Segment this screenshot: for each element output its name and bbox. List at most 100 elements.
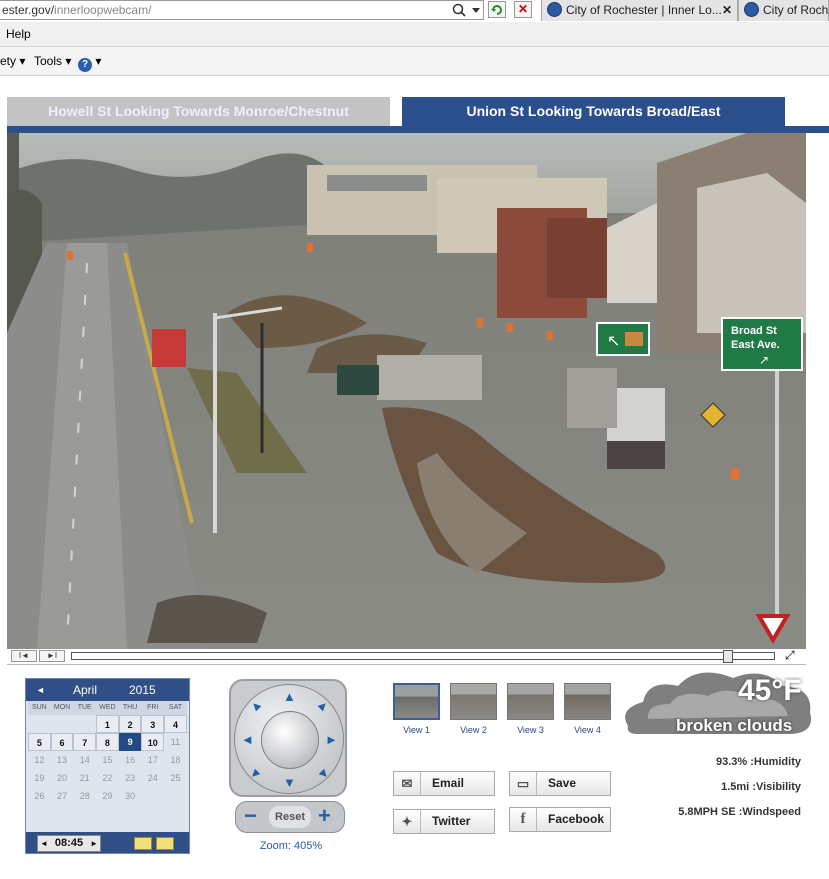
url-field[interactable]: ester.gov/innerloopwebcam/ <box>0 0 484 20</box>
calendar-day: 24 <box>147 773 158 783</box>
view-4-thumbnail[interactable] <box>564 683 611 720</box>
windspeed-readout: 5.8MPH SE :Windspeed <box>678 806 801 818</box>
zoom-control: − Reset + <box>235 801 345 833</box>
previous-button[interactable]: I◄ <box>11 650 37 662</box>
tab-union-st[interactable]: Union St Looking Towards Broad/East <box>402 97 785 126</box>
time-prev-arrow[interactable]: ◄ <box>40 836 48 851</box>
calendar-day: 14 <box>79 755 90 765</box>
view-2-thumbnail[interactable] <box>450 683 497 720</box>
pan-up-left-icon[interactable]: ▲ <box>246 696 266 716</box>
pan-ring[interactable]: ▲ ▼ ◄ ► ▲ ▲ ▼ ▼ <box>234 684 344 794</box>
email-button[interactable]: ✉ Email <box>393 771 495 796</box>
day-of-week-label: TUE <box>73 701 97 715</box>
webcam-image[interactable]: ↖ Broad St East Ave. ↗ <box>7 133 806 649</box>
humidity-label: :Humidity <box>750 756 801 768</box>
visibility-label: :Visibility <box>752 781 801 793</box>
view-2-label[interactable]: View 2 <box>450 725 497 735</box>
calendar-day[interactable]: 1 <box>96 715 119 733</box>
safety-menu[interactable]: ety ▾ <box>0 47 25 75</box>
view-1-label[interactable]: View 1 <box>393 725 440 735</box>
prev-month-arrow[interactable]: ◄ <box>36 679 45 701</box>
facebook-label: Facebook <box>548 812 605 826</box>
pan-right-icon[interactable]: ► <box>325 733 338 746</box>
calendar-day: 22 <box>102 773 113 783</box>
view-4-label[interactable]: View 4 <box>564 725 611 735</box>
calendar-day[interactable]: 3 <box>141 715 165 733</box>
browser-tab[interactable]: City of Roche <box>738 0 829 21</box>
calendar-day[interactable]: 7 <box>73 733 97 751</box>
camera-snapshot-icon[interactable] <box>134 837 152 850</box>
save-button[interactable]: ▭ Save <box>509 771 611 796</box>
facebook-button[interactable]: f Facebook <box>509 807 611 832</box>
pan-down-right-icon[interactable]: ▼ <box>314 764 334 784</box>
time-picker-bar: ◄ 08:45 ► <box>26 832 189 853</box>
next-button[interactable]: ►I <box>39 650 65 662</box>
reset-button[interactable]: Reset <box>269 806 311 828</box>
url-prefix: ester.gov/ <box>2 3 55 17</box>
calendar-day: 21 <box>79 773 90 783</box>
folder-icon: ▭ <box>510 772 537 795</box>
fullscreen-icon[interactable]: ⤢ <box>785 649 795 662</box>
timeline-track[interactable] <box>71 652 775 660</box>
calendar-day: 16 <box>125 755 136 765</box>
windspeed-value: 5.8MPH SE <box>678 806 736 818</box>
browser-tab-active[interactable]: City of Rochester | Inner Lo... ✕ <box>541 0 738 21</box>
timeline-handle[interactable] <box>723 650 733 663</box>
film-icon[interactable] <box>156 837 174 850</box>
calendar-day[interactable]: 4 <box>164 715 187 733</box>
view-1-thumbnail[interactable] <box>393 683 440 720</box>
center-knob[interactable] <box>261 711 319 769</box>
calendar-week-row: 19 20 21 22 23 24 25 <box>28 769 187 787</box>
menu-help[interactable]: Help <box>6 22 31 46</box>
zoom-out-button[interactable]: − <box>244 804 257 828</box>
calendar-day[interactable]: 10 <box>141 733 165 751</box>
pan-up-icon[interactable]: ▲ <box>283 690 296 703</box>
calendar-day: 29 <box>102 791 113 801</box>
sign-left-arrow: ↖ <box>607 331 620 350</box>
calendar-week-row: 12 13 14 15 16 17 18 <box>28 751 187 769</box>
command-bar: ety ▾ Tools ▾ ? ▾ <box>0 47 829 76</box>
help-menu[interactable]: ? ▾ <box>78 47 101 75</box>
calendar-month[interactable]: April <box>73 679 97 701</box>
calendar-day: 19 <box>34 773 45 783</box>
calendar-day <box>28 715 51 733</box>
pan-tilt-control: ▲ ▼ ◄ ► ▲ ▲ ▼ ▼ <box>229 679 347 797</box>
calendar-day[interactable]: 9 <box>118 733 142 751</box>
twitter-label: Twitter <box>432 814 471 828</box>
pan-down-icon[interactable]: ▼ <box>283 776 296 789</box>
stop-icon[interactable]: ✕ <box>514 1 532 18</box>
pan-down-left-icon[interactable]: ▼ <box>246 764 266 784</box>
tools-menu[interactable]: Tools ▾ <box>34 47 71 75</box>
calendar-day: 13 <box>57 755 68 765</box>
pan-left-icon[interactable]: ◄ <box>241 733 254 746</box>
calendar-day[interactable]: 2 <box>118 715 142 733</box>
close-tab-icon[interactable]: ✕ <box>722 0 732 21</box>
calendar-day: 17 <box>147 755 158 765</box>
calendar-week-row: 26 27 28 29 30 <box>28 787 187 805</box>
pan-up-right-icon[interactable]: ▲ <box>314 696 334 716</box>
city-seal-icon <box>547 2 562 17</box>
zoom-in-button[interactable]: + <box>318 804 331 828</box>
calendar-day[interactable]: 5 <box>28 733 51 751</box>
weather-condition: broken clouds <box>676 716 793 735</box>
city-seal-icon <box>744 2 759 17</box>
search-icon <box>452 3 480 17</box>
calendar-day[interactable]: 8 <box>96 733 119 751</box>
day-of-week-label: WED <box>96 701 119 715</box>
calendar-week-row: 5 6 7 8 9 10 11 <box>28 733 187 751</box>
time-picker[interactable]: ◄ 08:45 ► <box>37 835 101 852</box>
zoom-level: Zoom: 405% <box>259 840 323 852</box>
calendar-day[interactable]: 6 <box>50 733 74 751</box>
tab-title: City of Roche <box>763 3 829 17</box>
email-label: Email <box>432 776 465 790</box>
menu-bar: Help <box>0 22 829 47</box>
calendar-day: 30 <box>125 791 136 801</box>
view-3-label[interactable]: View 3 <box>507 725 554 735</box>
twitter-button[interactable]: ✦ Twitter <box>393 809 495 834</box>
refresh-icon[interactable] <box>488 1 506 18</box>
calendar-year[interactable]: 2015 <box>129 679 156 701</box>
view-3-thumbnail[interactable] <box>507 683 554 720</box>
search-dropdown[interactable] <box>447 1 483 19</box>
tab-howell-st[interactable]: Howell St Looking Towards Monroe/Chestnu… <box>7 97 390 126</box>
time-next-arrow[interactable]: ► <box>90 836 98 851</box>
